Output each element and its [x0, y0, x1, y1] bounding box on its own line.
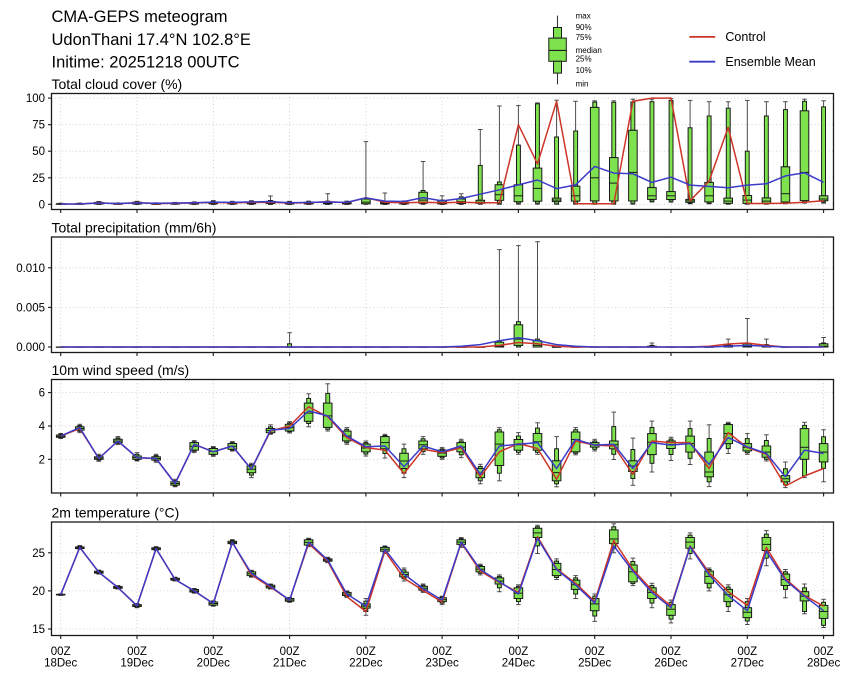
svg-text:20Dec: 20Dec	[197, 658, 230, 670]
svg-text:0.000: 0.000	[16, 342, 45, 354]
svg-text:Total cloud cover (%): Total cloud cover (%)	[52, 76, 183, 92]
svg-text:00Z: 00Z	[203, 646, 223, 658]
svg-text:00Z: 00Z	[585, 646, 605, 658]
svg-text:90%: 90%	[576, 23, 592, 32]
svg-text:22Dec: 22Dec	[349, 658, 382, 670]
svg-text:0.010: 0.010	[16, 263, 45, 275]
svg-text:25Dec: 25Dec	[578, 658, 611, 670]
svg-text:4: 4	[39, 421, 46, 433]
svg-text:18Dec: 18Dec	[44, 658, 77, 670]
svg-text:0.005: 0.005	[16, 302, 45, 314]
svg-text:25%: 25%	[576, 55, 592, 64]
svg-text:00Z: 00Z	[661, 646, 681, 658]
svg-text:10%: 10%	[576, 66, 592, 75]
svg-text:00Z: 00Z	[51, 646, 71, 658]
svg-text:0: 0	[39, 199, 45, 211]
svg-text:75: 75	[32, 120, 45, 132]
svg-text:15: 15	[32, 624, 45, 636]
svg-text:min: min	[576, 80, 589, 89]
svg-text:27Dec: 27Dec	[731, 658, 764, 670]
svg-text:max: max	[576, 12, 591, 21]
svg-text:00Z: 00Z	[814, 646, 834, 658]
svg-text:23Dec: 23Dec	[425, 658, 458, 670]
svg-text:20: 20	[32, 586, 45, 598]
svg-text:00Z: 00Z	[356, 646, 376, 658]
svg-text:00Z: 00Z	[508, 646, 528, 658]
svg-text:00Z: 00Z	[737, 646, 757, 658]
svg-text:00Z: 00Z	[432, 646, 452, 658]
svg-text:Total precipitation (mm/6h): Total precipitation (mm/6h)	[52, 219, 217, 235]
svg-text:75%: 75%	[576, 33, 592, 42]
svg-text:100: 100	[26, 93, 45, 105]
svg-text:28Dec: 28Dec	[807, 658, 840, 670]
svg-text:24Dec: 24Dec	[502, 658, 535, 670]
svg-text:UdonThani 17.4°N 102.8°E: UdonThani 17.4°N 102.8°E	[52, 31, 251, 49]
svg-text:median: median	[576, 46, 602, 55]
svg-text:00Z: 00Z	[280, 646, 300, 658]
svg-text:21Dec: 21Dec	[273, 658, 306, 670]
svg-text:Ensemble Mean: Ensemble Mean	[725, 55, 815, 69]
svg-text:25: 25	[32, 548, 45, 560]
svg-text:00Z: 00Z	[127, 646, 147, 658]
svg-text:6: 6	[39, 388, 45, 400]
svg-text:50: 50	[32, 146, 45, 158]
svg-text:26Dec: 26Dec	[654, 658, 687, 670]
svg-text:2m temperature (°C): 2m temperature (°C)	[52, 504, 180, 520]
svg-text:19Dec: 19Dec	[120, 658, 153, 670]
svg-text:Initime: 20251218 00UTC: Initime: 20251218 00UTC	[52, 54, 240, 72]
svg-text:10m wind speed (m/s): 10m wind speed (m/s)	[52, 362, 190, 378]
svg-text:25: 25	[32, 173, 45, 185]
svg-text:2: 2	[39, 454, 45, 466]
svg-text:Control: Control	[725, 30, 765, 44]
svg-text:CMA-GEPS meteogram: CMA-GEPS meteogram	[52, 8, 228, 26]
